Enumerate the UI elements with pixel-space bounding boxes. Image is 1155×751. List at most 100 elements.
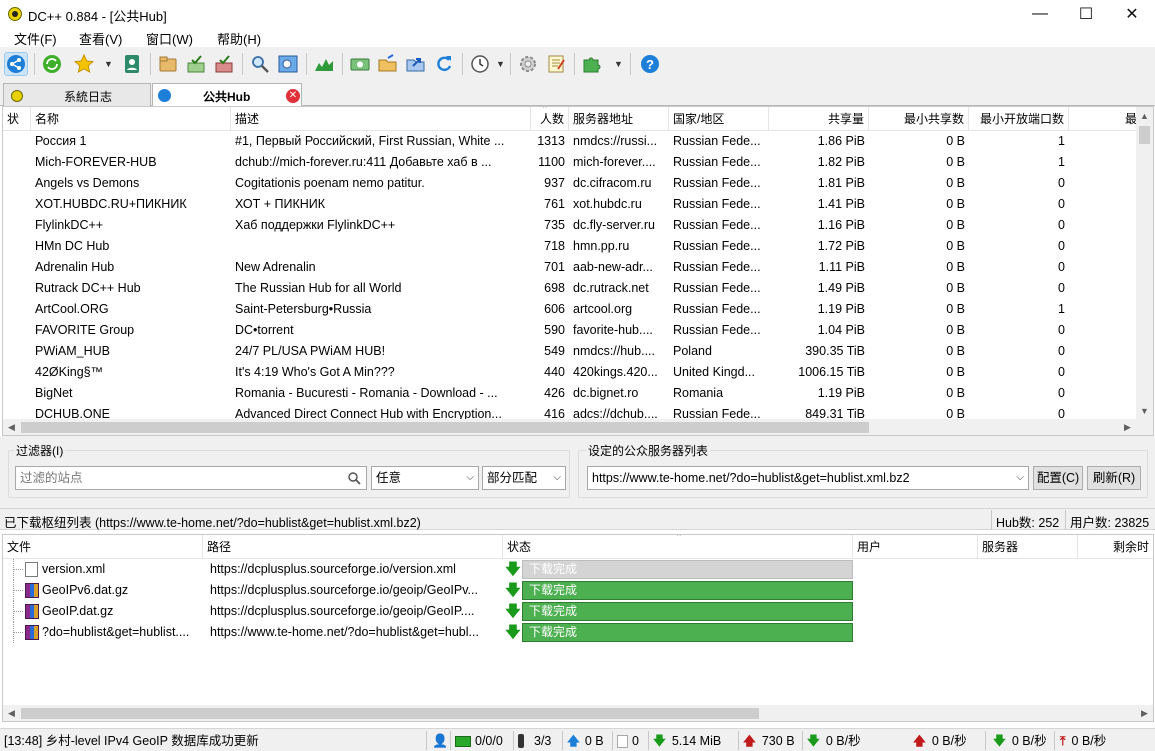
user-count: 用户数: 23825 [1070, 516, 1150, 530]
menu-view[interactable]: 查看(V) [73, 29, 128, 48]
column-header-server[interactable]: 服务器 [978, 535, 1078, 559]
menu-window[interactable]: 窗口(W) [140, 29, 199, 48]
search-spy-button[interactable] [312, 52, 336, 76]
away-status[interactable]: 👤 [432, 732, 448, 750]
refresh-button[interactable]: 刷新(R) [1087, 466, 1141, 490]
finished-downloads-button[interactable] [184, 52, 208, 76]
filter-match-select[interactable]: 部分匹配 ⌵ [482, 466, 566, 490]
list-item[interactable]: GeoIP.dat.gz https://dcplusplus.sourcefor… [3, 601, 1153, 622]
refresh-share-button[interactable] [432, 52, 456, 76]
table-row[interactable]: 42ØKing§™ It's 4:19 Who's Got A Min??? 440… [3, 362, 1136, 383]
hub-min-share: 0 B [946, 302, 965, 316]
close-tab-icon[interactable]: ✕ [286, 89, 300, 103]
queue-icon [617, 734, 628, 748]
tab-system-log[interactable]: 系統日志 [3, 83, 151, 106]
toolbar-separator [630, 53, 631, 75]
list-item[interactable]: ?do=hublist&get=hublist.... https://www.t… [3, 622, 1153, 643]
table-row[interactable]: XOT.HUBDC.RU+ПИКНИК ХОТ + ПИКНИК 761 xot.hu… [3, 194, 1136, 215]
table-row[interactable]: FlylinkDC++ Хаб поддержки FlylinkDC++ 735 d… [3, 215, 1136, 236]
favorite-users-button[interactable] [120, 52, 144, 76]
horizontal-scrollbar[interactable]: ◀ ▶ [3, 705, 1153, 721]
column-header-description[interactable]: 描述 [231, 107, 531, 131]
tray-upload-icon [215, 55, 233, 73]
chevron-down-icon[interactable]: ▼ [104, 59, 113, 69]
table-row[interactable]: ArtCool.ORG Saint-Petersburg•Russia 606 art… [3, 299, 1136, 320]
list-item[interactable]: GeoIPv6.dat.gz https://dcplusplus.sourcef… [3, 580, 1153, 601]
title-bar: DC++ 0.884 - [公共Hub] — ☐ ✕ [0, 0, 1155, 28]
settings-button[interactable] [516, 52, 540, 76]
column-header-path[interactable]: 路径 [203, 535, 503, 559]
queue-button[interactable] [156, 52, 180, 76]
column-header-address[interactable]: 服务器地址 [569, 107, 669, 131]
table-row[interactable]: HMn DC Hub 718 hmn.pp.ru Russian Fede... 1.7… [3, 236, 1136, 257]
scroll-right-icon[interactable]: ▶ [1119, 419, 1136, 435]
scroll-left-icon[interactable]: ◀ [3, 705, 20, 721]
scroll-right-icon[interactable]: ▶ [1136, 705, 1153, 721]
open-filelist-button[interactable] [348, 52, 372, 76]
notepad-button[interactable] [544, 52, 568, 76]
scroll-thumb[interactable] [1139, 126, 1150, 144]
table-row[interactable]: FAVORITE Group DC•torrent 590 favorite-hub.… [3, 320, 1136, 341]
column-header-remaining[interactable]: 剩余时 [1078, 535, 1153, 559]
table-row[interactable]: Angels vs Demons Cogitationis poenam nemo… [3, 173, 1136, 194]
table-row[interactable]: Россия 1 #1, Первый Российский, First Rus… [3, 131, 1136, 152]
finished-uploads-button[interactable] [212, 52, 236, 76]
plugins-button[interactable] [580, 52, 604, 76]
chevron-down-icon[interactable]: ▼ [614, 59, 623, 69]
table-row[interactable]: PWiAM_HUB 24/7 PL/USA PWiAM HUB! 549 nmdcs:… [3, 341, 1136, 362]
tab-public-hubs[interactable]: 公共Hub ✕ [152, 83, 302, 107]
filter-input[interactable]: 过滤的站点 [15, 466, 367, 490]
column-header-name[interactable]: 名称 [31, 107, 231, 131]
table-row[interactable]: Mich-FOREVER-HUB dchub://mich-forever.ru:… [3, 152, 1136, 173]
table-row[interactable]: Rutrack DC++ Hub The Russian Hub for all … [3, 278, 1136, 299]
adl-search-button[interactable] [276, 52, 300, 76]
search-icon[interactable] [347, 471, 361, 485]
column-header-min-share[interactable]: 最小共享数 [869, 107, 969, 131]
refresh-icon [437, 56, 452, 72]
vertical-scrollbar[interactable]: ▲ ▼ [1136, 107, 1153, 419]
hub-users: 590 [544, 323, 565, 337]
open-own-list-button[interactable] [376, 52, 400, 76]
scroll-thumb[interactable] [21, 422, 869, 433]
column-header-user[interactable]: 用户 [853, 535, 978, 559]
hub-description: Saint-Petersburg•Russia [235, 302, 372, 316]
scroll-up-icon[interactable]: ▲ [1136, 107, 1153, 124]
download-queue-status: 0 [617, 732, 639, 750]
configure-button[interactable]: 配置(C) [1033, 466, 1083, 490]
table-row[interactable]: Adrenalin Hub New Adrenalin 701 aab-new-adr… [3, 257, 1136, 278]
status-separator [450, 731, 451, 750]
column-header-status[interactable]: 状 [3, 107, 31, 131]
maximize-button[interactable]: ☐ [1063, 0, 1109, 28]
column-header-file[interactable]: 文件 [3, 535, 203, 559]
scroll-down-icon[interactable]: ▼ [1136, 402, 1153, 419]
close-button[interactable]: ✕ [1109, 0, 1155, 28]
search-button[interactable] [248, 52, 272, 76]
match-queue-button[interactable] [404, 52, 428, 76]
hub-name: FlylinkDC++ [35, 218, 104, 232]
hublist-select[interactable]: https://www.te-home.net/?do=hublist&get=… [587, 466, 1029, 490]
scroll-thumb[interactable] [21, 708, 759, 719]
hub-min-slots: 0 [1058, 344, 1065, 358]
minimize-button[interactable]: — [1017, 0, 1063, 28]
away-button[interactable] [468, 52, 492, 76]
hub-users: 761 [544, 197, 565, 211]
menu-help[interactable]: 帮助(H) [211, 29, 267, 48]
table-row[interactable]: BigNet Romania - Bucuresti - Romania - Do… [3, 383, 1136, 404]
hub-status-bar: 已下载枢纽列表 (https://www.te-home.net/?do=hub… [0, 508, 1155, 530]
menu-file[interactable]: 文件(F) [8, 29, 63, 48]
horizontal-scrollbar[interactable]: ◀ ▶ [3, 419, 1153, 435]
hub-users: 606 [544, 302, 565, 316]
list-item[interactable]: version.xml https://dcplusplus.sourceforg… [3, 559, 1153, 580]
hub-shared: 1006.15 TiB [798, 365, 865, 379]
help-button[interactable]: ? [638, 52, 662, 76]
favorites-button[interactable] [72, 52, 96, 76]
reconnect-button[interactable] [40, 52, 64, 76]
hub-name: Rutrack DC++ Hub [35, 281, 141, 295]
filter-column-select[interactable]: 任意 ⌵ [371, 466, 479, 490]
column-header-shared[interactable]: 共享量 [769, 107, 869, 131]
column-header-country[interactable]: 国家/地区 [669, 107, 769, 131]
chevron-down-icon[interactable]: ▼ [496, 59, 505, 69]
public-hubs-button[interactable] [4, 52, 28, 76]
column-header-min-slots[interactable]: 最小开放端口数 [969, 107, 1069, 131]
scroll-left-icon[interactable]: ◀ [3, 419, 20, 435]
